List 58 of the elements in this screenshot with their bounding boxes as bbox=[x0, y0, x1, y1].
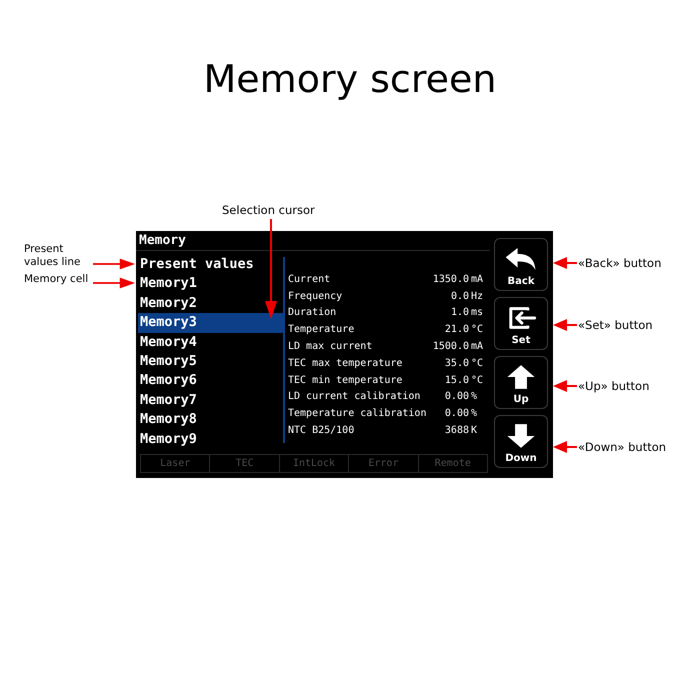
parameter-unit: mA bbox=[470, 274, 484, 285]
memory-list-item[interactable]: Memory7 bbox=[138, 390, 283, 410]
memory-list-item[interactable]: Memory6 bbox=[138, 371, 283, 391]
parameter-value: 0.0 bbox=[450, 290, 469, 302]
status-indicator: Error bbox=[349, 455, 419, 472]
parameter-value: 1500.0 bbox=[432, 341, 469, 352]
parameter-name: Duration bbox=[288, 307, 338, 318]
memory-list-item[interactable]: Memory3 bbox=[138, 313, 283, 333]
parameter-value: 21.0 bbox=[444, 324, 469, 336]
memory-list-item[interactable]: Memory9 bbox=[138, 430, 283, 449]
parameter-value: 1.0 bbox=[450, 307, 469, 318]
memory-list-item[interactable]: Memory8 bbox=[138, 410, 283, 430]
status-indicator: IntLock bbox=[280, 455, 350, 472]
callout-label: Memory cell bbox=[24, 273, 90, 286]
callout-label: «Up» button bbox=[578, 378, 650, 395]
parameter-unit: °C bbox=[470, 374, 484, 386]
parameter-value: 35.0 bbox=[444, 358, 469, 369]
callout-label: «Set» button bbox=[578, 317, 653, 334]
parameter-unit: ms bbox=[470, 307, 484, 318]
callout-label: Present values line bbox=[24, 243, 82, 269]
set-button[interactable]: Set bbox=[494, 297, 548, 350]
parameter-name: TEC min temperature bbox=[288, 374, 404, 386]
status-indicator: Remote bbox=[434, 457, 472, 471]
parameter-unit: K bbox=[470, 425, 478, 436]
status-indicator: Laser bbox=[141, 455, 210, 472]
parameter-unit: % bbox=[470, 391, 478, 402]
callout-label: Selection cursor bbox=[222, 204, 315, 217]
figure-title: Memory screen bbox=[202, 56, 498, 103]
memory-list-item[interactable]: Memory2 bbox=[138, 294, 283, 314]
up-button[interactable]: Up bbox=[494, 356, 548, 409]
memory-list-item[interactable]: Present values bbox=[138, 255, 283, 274]
parameter-value: 15.0 bbox=[444, 374, 469, 386]
parameter-unit: °C bbox=[470, 358, 484, 369]
screen-title: Memory bbox=[136, 231, 490, 251]
parameter-value: 0.00 bbox=[444, 391, 469, 402]
status-indicator: TEC bbox=[210, 455, 280, 472]
parameter-name: NTC B25/100 bbox=[288, 425, 356, 436]
memory-list-item[interactable]: Memory5 bbox=[138, 352, 283, 372]
callout-label: «Down» button bbox=[578, 439, 666, 456]
parameter-name: Frequency bbox=[288, 290, 344, 302]
parameter-name: LD max current bbox=[288, 341, 374, 352]
memory-list-item[interactable]: Memory1 bbox=[138, 274, 283, 294]
parameter-unit: % bbox=[470, 408, 478, 420]
parameter-value: 3688 bbox=[444, 425, 469, 436]
callout-label: «Back» button bbox=[578, 255, 662, 272]
parameter-name: Temperature calibration bbox=[288, 408, 428, 420]
parameter-value: 1350.0 bbox=[432, 274, 469, 285]
parameter-name: Current bbox=[288, 274, 332, 285]
down-button[interactable]: Down bbox=[494, 415, 548, 468]
memory-list-item[interactable]: Memory4 bbox=[138, 332, 283, 352]
parameter-unit: mA bbox=[470, 341, 484, 352]
parameter-unit: °C bbox=[470, 324, 484, 336]
parameter-value: 0.00 bbox=[444, 408, 469, 420]
parameter-name: LD current calibration bbox=[288, 391, 422, 402]
parameter-name: Temperature bbox=[288, 324, 356, 336]
parameter-name: TEC max temperature bbox=[288, 358, 404, 369]
back-button[interactable]: Back bbox=[494, 238, 548, 291]
parameter-unit: Hz bbox=[470, 290, 484, 302]
